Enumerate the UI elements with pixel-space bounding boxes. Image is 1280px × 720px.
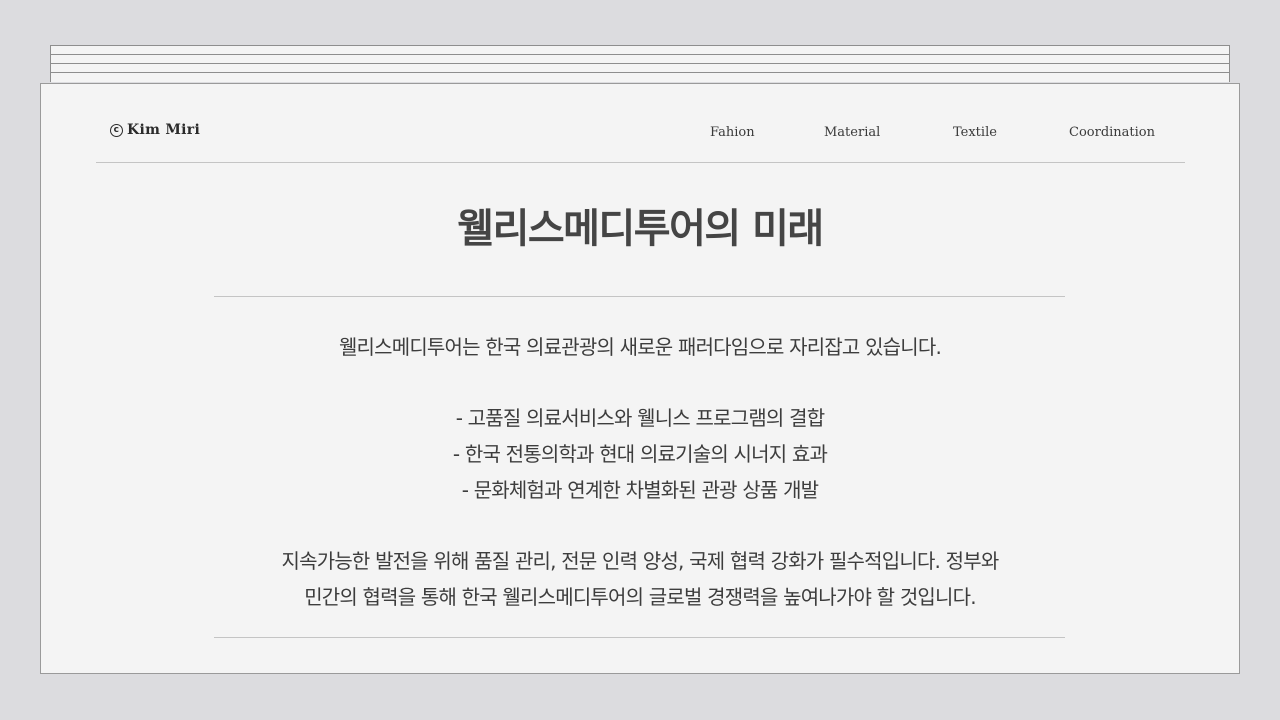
bottom-divider	[214, 637, 1065, 638]
brand-name: Kim Miri	[127, 122, 201, 138]
intro-text: 웰리스메디투어는 한국 의료관광의 새로운 패러다임으로 자리잡고 있습니다.	[338, 335, 942, 359]
copyright-icon: c	[110, 123, 123, 137]
page-stack-line	[50, 72, 1230, 82]
page-title: 웰리스메디투어의 미래	[457, 206, 824, 252]
nav-item-coordination[interactable]: Coordination	[1069, 125, 1155, 140]
bullet-item: - 문화체험과 연계한 차별화된 관광 상품 개발	[461, 478, 819, 502]
brand-logo[interactable]: c Kim Miri	[110, 122, 200, 138]
nav-item-textile[interactable]: Textile	[953, 125, 997, 140]
title-divider	[214, 296, 1065, 297]
content-card: c Kim Miri Fahion Material Textile Coord…	[40, 83, 1240, 674]
header-divider	[96, 162, 1185, 163]
nav-item-material[interactable]: Material	[824, 125, 880, 140]
conclusion-text: 민간의 협력을 통해 한국 웰리스메디투어의 글로벌 경쟁력을 높여나가야 할 …	[304, 585, 976, 609]
nav-item-fashion[interactable]: Fahion	[710, 125, 755, 140]
bullet-item: - 한국 전통의학과 현대 의료기술의 시너지 효과	[452, 442, 828, 466]
bullet-item: - 고품질 의료서비스와 웰니스 프로그램의 결합	[455, 406, 825, 430]
conclusion-text: 지속가능한 발전을 위해 품질 관리, 전문 인력 양성, 국제 협력 강화가 …	[281, 549, 1000, 573]
